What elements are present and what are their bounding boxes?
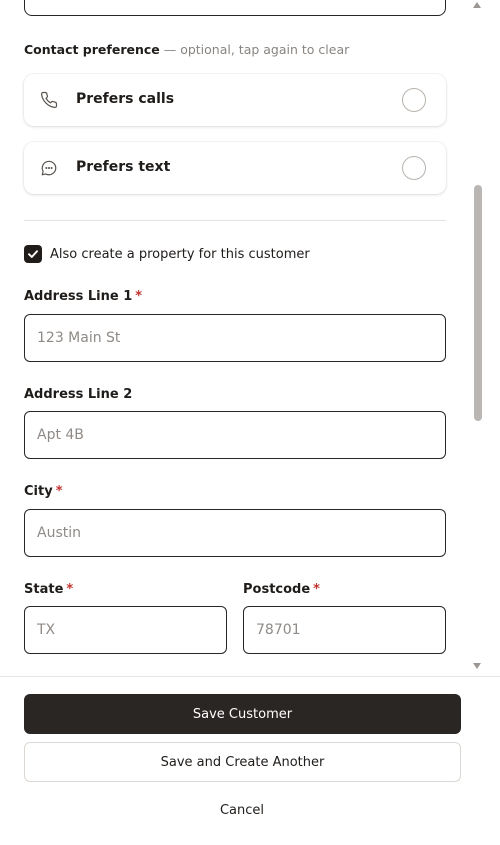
address-line-1-label-text: Address Line 1 <box>24 289 133 304</box>
save-and-create-another-button[interactable]: Save and Create Another <box>24 742 461 782</box>
state-label-text: State <box>24 582 64 597</box>
city-input[interactable] <box>24 509 446 557</box>
postcode-input[interactable] <box>243 606 446 654</box>
prefers-calls-option[interactable]: Prefers calls <box>24 74 446 126</box>
state-label: State * <box>24 582 73 597</box>
required-mark: * <box>66 582 74 597</box>
address-line-2-label-text: Address Line 2 <box>24 387 133 402</box>
postcode-label: Postcode * <box>243 582 320 597</box>
cancel-button[interactable]: Cancel <box>200 799 284 821</box>
address-line-1-input[interactable] <box>24 314 446 362</box>
prefers-text-option[interactable]: Prefers text <box>24 142 446 194</box>
scroll-up-arrow-icon[interactable] <box>473 2 481 8</box>
form-scroll-area[interactable]: Contact preference — optional, tap again… <box>0 0 486 676</box>
prefers-text-label: Prefers text <box>76 159 171 175</box>
required-mark: * <box>55 484 63 499</box>
previous-field-input[interactable] <box>24 0 446 16</box>
contact-preference-title: Contact preference <box>24 42 160 57</box>
prefers-calls-radio[interactable] <box>402 88 426 112</box>
create-property-row[interactable]: Also create a property for this customer <box>24 245 310 263</box>
save-customer-button[interactable]: Save Customer <box>24 694 461 734</box>
prefers-calls-label: Prefers calls <box>76 91 175 107</box>
address-line-1-label: Address Line 1 * <box>24 289 142 304</box>
contact-preference-hint: — optional, tap again to clear <box>159 42 350 57</box>
required-mark: * <box>313 582 320 597</box>
create-property-checkbox[interactable] <box>24 245 42 263</box>
address-line-2-input[interactable] <box>24 411 446 459</box>
city-label: City * <box>24 484 63 499</box>
address-line-2-label: Address Line 2 <box>24 387 132 402</box>
state-input[interactable] <box>24 606 227 654</box>
required-mark: * <box>135 289 143 304</box>
contact-preference-heading: Contact preference — optional, tap again… <box>24 42 349 57</box>
create-property-label: Also create a property for this customer <box>50 246 310 262</box>
postcode-label-text: Postcode <box>243 582 311 597</box>
checkmark-icon <box>28 250 38 258</box>
scroll-down-arrow-icon[interactable] <box>473 663 481 669</box>
section-divider <box>24 220 446 221</box>
form-footer: Save Customer Save and Create Another Ca… <box>0 676 500 845</box>
chat-bubble-icon <box>40 159 58 177</box>
city-label-text: City <box>24 484 53 499</box>
phone-icon <box>40 91 58 109</box>
scrollbar-thumb[interactable] <box>474 185 482 421</box>
prefers-text-radio[interactable] <box>402 156 426 180</box>
